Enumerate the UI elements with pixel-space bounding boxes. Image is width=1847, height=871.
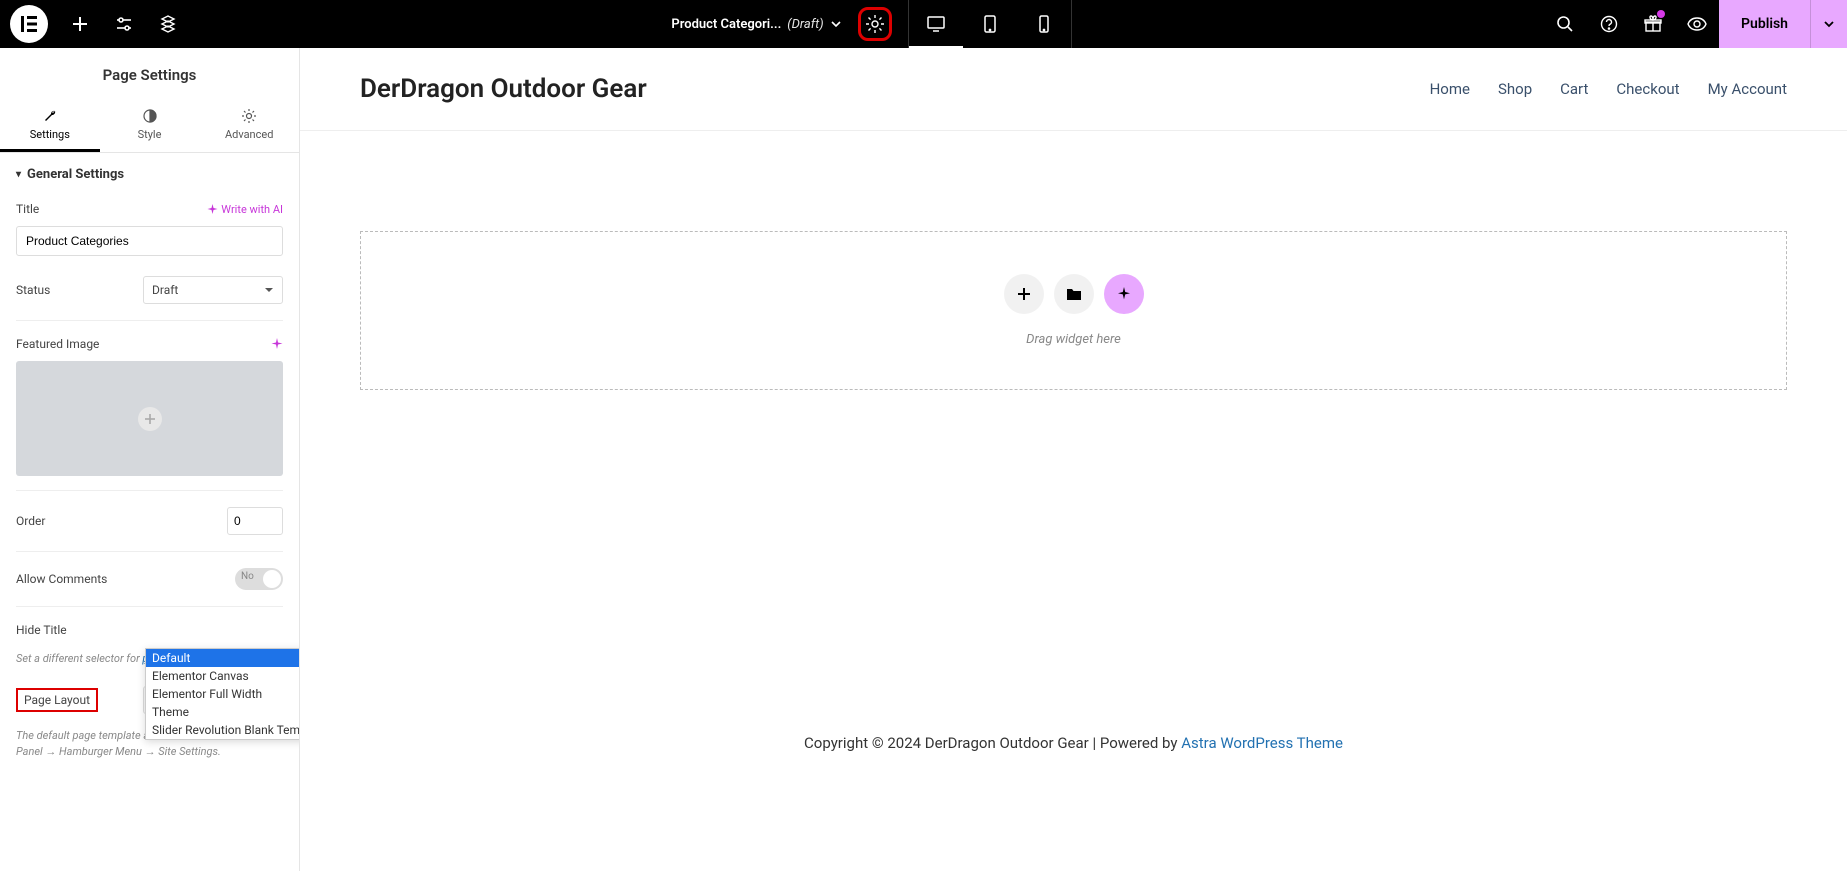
- allow-comments-label: Allow Comments: [16, 572, 235, 586]
- layout-option[interactable]: Theme: [146, 703, 300, 721]
- page-settings-gear-highlighted[interactable]: [858, 7, 892, 41]
- topbar-center: Product Categori... (Draft): [190, 0, 1543, 48]
- add-button[interactable]: [58, 0, 102, 48]
- footer-theme-link[interactable]: Astra WordPress Theme: [1181, 734, 1343, 752]
- site-footer: Copyright © 2024 DerDragon Outdoor Gear …: [300, 710, 1847, 776]
- write-with-ai-link[interactable]: Write with AI: [207, 203, 283, 216]
- hide-title-label: Hide Title: [16, 623, 283, 637]
- order-row: Order: [0, 497, 299, 545]
- chevron-down-icon: [264, 285, 274, 295]
- desktop-icon: [926, 15, 946, 33]
- allow-comments-row: Allow Comments No: [0, 558, 299, 600]
- responsive-device-group: [908, 0, 1072, 48]
- nav-link[interactable]: My Account: [1708, 80, 1787, 98]
- document-title-wrap[interactable]: Product Categori... (Draft): [661, 0, 851, 48]
- nav-link[interactable]: Cart: [1560, 80, 1588, 98]
- document-title: Product Categori...: [671, 17, 781, 32]
- plus-icon: [138, 407, 162, 431]
- site-title: DerDragon Outdoor Gear: [360, 74, 647, 104]
- gear-icon: [241, 108, 257, 124]
- main: Page Settings Settings Style Advanced Ge…: [0, 48, 1847, 871]
- collapse-sidebar-handle[interactable]: ‹: [299, 448, 300, 488]
- sidebar-title: Page Settings: [0, 48, 299, 98]
- layout-option[interactable]: Slider Revolution Blank Template: [146, 721, 300, 739]
- site-header: DerDragon Outdoor Gear Home Shop Cart Ch…: [300, 48, 1847, 131]
- page-layout-label-highlighted: Page Layout: [16, 688, 98, 712]
- layout-option[interactable]: Elementor Full Width: [146, 685, 300, 703]
- sparkle-icon: [1116, 286, 1132, 302]
- tab-settings[interactable]: Settings: [0, 98, 100, 152]
- status-row: Status Draft: [0, 266, 299, 314]
- sidebar: Page Settings Settings Style Advanced Ge…: [0, 48, 300, 871]
- layout-option[interactable]: Default: [146, 649, 300, 667]
- page-layout-dropdown: Default Elementor Canvas Elementor Full …: [145, 648, 300, 740]
- nav-link[interactable]: Shop: [1498, 80, 1532, 98]
- help-icon: [1600, 15, 1618, 33]
- finder-search-button[interactable]: [1543, 0, 1587, 48]
- topbar-left: [0, 0, 190, 48]
- elementor-logo[interactable]: [10, 5, 48, 43]
- topbar-right: Publish: [1543, 0, 1847, 48]
- folder-icon: [1066, 287, 1082, 301]
- title-row: Title Write with AI: [0, 192, 299, 226]
- toggle-knob: [263, 570, 281, 588]
- allow-comments-toggle[interactable]: No: [235, 568, 283, 590]
- featured-image-label: Featured Image: [16, 337, 271, 351]
- desktop-device-button[interactable]: [909, 0, 963, 48]
- section-general-settings[interactable]: General Settings: [0, 153, 299, 192]
- tablet-icon: [982, 15, 998, 33]
- drop-actions: [361, 274, 1786, 314]
- order-label: Order: [16, 514, 227, 528]
- site-nav: Home Shop Cart Checkout My Account: [1430, 80, 1787, 98]
- ai-button[interactable]: [1104, 274, 1144, 314]
- drop-text: Drag widget here: [361, 332, 1786, 347]
- layout-option[interactable]: Elementor Canvas: [146, 667, 300, 685]
- featured-image-row: Featured Image: [0, 327, 299, 361]
- search-icon: [1556, 15, 1574, 33]
- add-section-button[interactable]: [1004, 274, 1044, 314]
- title-input[interactable]: [16, 226, 283, 256]
- panel-tabs: Settings Style Advanced: [0, 98, 299, 153]
- status-select[interactable]: Draft: [143, 276, 283, 304]
- document-status: (Draft): [787, 17, 823, 32]
- tablet-device-button[interactable]: [963, 0, 1017, 48]
- featured-image-picker[interactable]: [16, 361, 283, 476]
- title-label: Title: [16, 202, 207, 216]
- structure-button[interactable]: [146, 0, 190, 48]
- chevron-down-icon: [830, 18, 842, 30]
- sparkle-icon: [207, 204, 218, 215]
- mobile-icon: [1037, 15, 1051, 33]
- preview-button[interactable]: [1675, 0, 1719, 48]
- chevron-down-icon: [1823, 18, 1835, 30]
- help-button[interactable]: [1587, 0, 1631, 48]
- plus-icon: [1016, 286, 1032, 302]
- drop-zone[interactable]: Drag widget here: [360, 231, 1787, 390]
- order-input[interactable]: [227, 507, 283, 535]
- topbar: Product Categori... (Draft): [0, 0, 1847, 48]
- wrench-icon: [42, 108, 58, 124]
- tab-advanced[interactable]: Advanced: [199, 98, 299, 152]
- contrast-icon: [142, 108, 158, 124]
- notification-dot: [1657, 10, 1665, 18]
- publish-options-button[interactable]: [1810, 0, 1847, 48]
- hide-title-row: Hide Title: [0, 613, 299, 647]
- tab-style[interactable]: Style: [100, 98, 200, 152]
- tab-label: Style: [138, 128, 162, 141]
- settings-sliders-button[interactable]: [102, 0, 146, 48]
- eye-icon: [1687, 17, 1707, 31]
- publish-button[interactable]: Publish: [1719, 0, 1810, 48]
- whats-new-button[interactable]: [1631, 0, 1675, 48]
- add-template-button[interactable]: [1054, 274, 1094, 314]
- tab-label: Settings: [30, 128, 70, 141]
- nav-link[interactable]: Checkout: [1616, 80, 1679, 98]
- canvas-preview: DerDragon Outdoor Gear Home Shop Cart Ch…: [300, 48, 1847, 871]
- status-label: Status: [16, 283, 143, 297]
- tab-label: Advanced: [225, 128, 273, 141]
- sparkle-icon[interactable]: [271, 338, 283, 350]
- nav-link[interactable]: Home: [1430, 80, 1470, 98]
- mobile-device-button[interactable]: [1017, 0, 1071, 48]
- gear-icon: [865, 14, 885, 34]
